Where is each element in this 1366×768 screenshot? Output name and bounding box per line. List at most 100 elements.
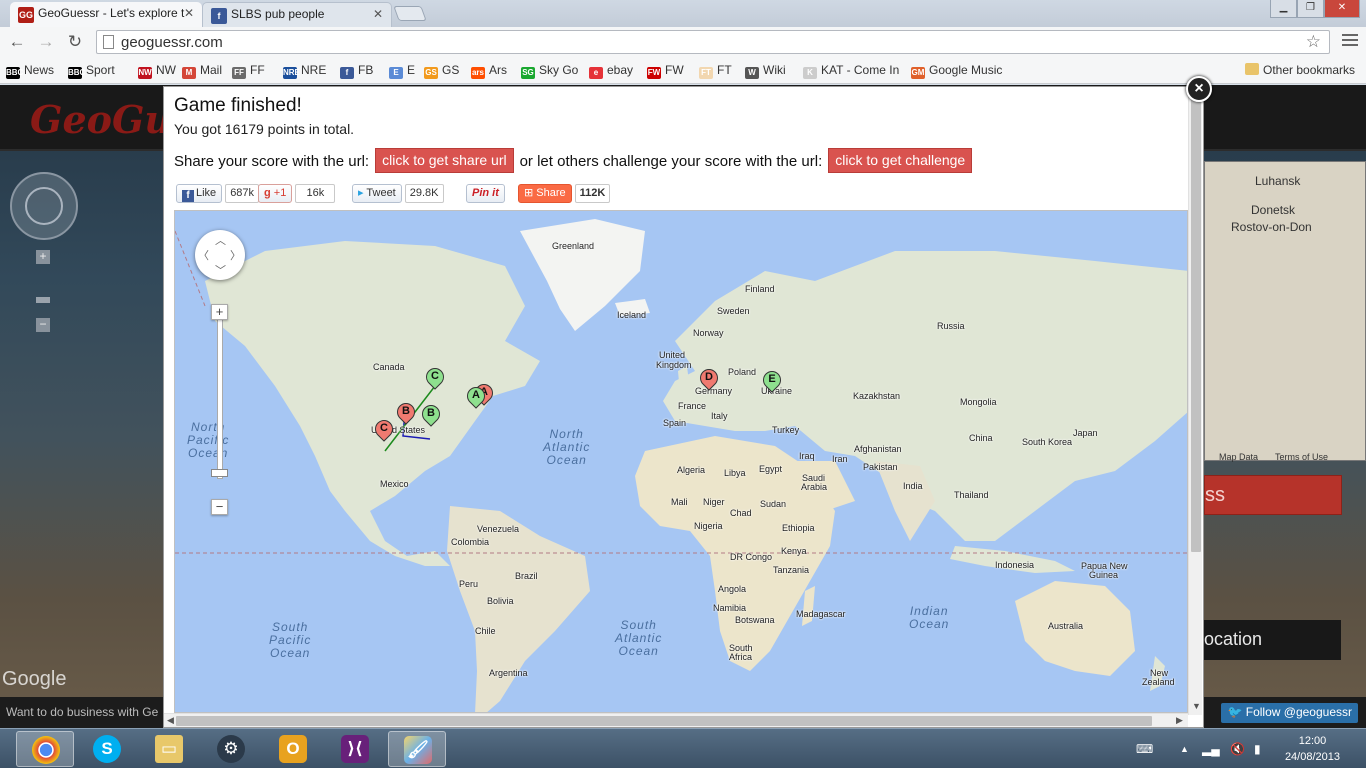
dialog-horizontal-scrollbar[interactable]: ◀ ▶ [164, 713, 1188, 727]
share-url-button[interactable]: click to get share url [375, 148, 514, 173]
map-data-link[interactable]: Map Data [1219, 452, 1258, 462]
tab-geoguessr[interactable]: GG GeoGuessr - Let's explore t [10, 2, 202, 27]
pinit-button[interactable]: Pin it [466, 184, 505, 203]
restore-button[interactable]: ❐ [1297, 0, 1324, 18]
bookmark-item[interactable]: e ebay [589, 63, 633, 79]
close-tab-icon[interactable]: ✕ [184, 6, 194, 20]
bookmark-favicon-icon: E [389, 67, 403, 79]
actual-pin-a[interactable]: A [463, 383, 489, 415]
bookmark-star-icon[interactable]: ☆ [1306, 32, 1321, 52]
pan-up-icon[interactable]: ︿ [215, 232, 226, 248]
streetview-zoom-in-button[interactable]: + [36, 250, 50, 264]
back-arrow-icon[interactable]: ← [6, 32, 28, 52]
taskbar-steam[interactable]: ⚙ [202, 731, 260, 767]
streetview-zoom-out-button[interactable]: − [36, 318, 50, 332]
challenge-url-button[interactable]: click to get challenge [828, 148, 973, 173]
taskbar-outlook[interactable]: O [264, 731, 322, 767]
show-hidden-icons-icon[interactable]: ▲ [1180, 744, 1189, 754]
map-zoom-in-button[interactable]: + [211, 304, 228, 320]
guess-minimap[interactable]: Luhansk Donetsk Rostov-on-Don Map Data T… [1204, 161, 1366, 462]
taskbar-explorer[interactable]: ▭ [140, 731, 198, 767]
terms-link[interactable]: Terms of Use [1275, 452, 1328, 462]
chrome-menu-icon[interactable] [1342, 34, 1358, 49]
bookmark-item[interactable]: NW NW [138, 63, 176, 79]
bookmark-item[interactable]: f FB [340, 63, 373, 79]
bookmark-item[interactable]: W Wiki [745, 63, 786, 79]
map-label: Africa [729, 652, 753, 662]
results-map[interactable]: Greenland Iceland Finland Sweden Norway … [174, 210, 1188, 713]
new-tab-button[interactable] [393, 6, 427, 21]
taskbar-visual-studio[interactable]: ⟩⟨ [326, 731, 384, 767]
bookmark-item[interactable]: K KAT - Come In [803, 63, 899, 79]
close-window-button[interactable]: ✕ [1324, 0, 1360, 18]
keyboard-icon[interactable]: ⌨ [1136, 742, 1153, 756]
bookmark-favicon-icon: f [340, 67, 354, 79]
battery-icon[interactable]: ▮ [1254, 742, 1261, 756]
map-zoom-slider-track[interactable] [217, 309, 223, 479]
taskbar-chrome[interactable] [16, 731, 74, 767]
share-button[interactable]: ⊞ Share [518, 184, 572, 203]
guess-pin-c[interactable]: C [371, 416, 397, 448]
bookmark-item[interactable]: FT FT [699, 63, 732, 79]
actual-pin-c[interactable]: C [422, 364, 448, 396]
return-to-location-button[interactable]: ocation [1204, 620, 1341, 660]
bookmark-item[interactable]: FF FF [232, 63, 265, 79]
pan-right-icon[interactable]: 〉 [230, 247, 241, 263]
taskbar-paint[interactable]: 🖌 [388, 731, 446, 767]
map-label: Iran [832, 454, 848, 464]
clock[interactable]: 12:00 24/08/2013 [1285, 733, 1340, 765]
map-label: Russia [937, 321, 965, 331]
tweet-button[interactable]: ▸ Tweet [352, 184, 402, 203]
address-bar[interactable]: geoguessr.com ☆ [96, 30, 1330, 54]
dialog-close-button[interactable]: × [1186, 76, 1212, 102]
streetview-zoom-slider[interactable] [36, 297, 50, 303]
twitter-follow-button[interactable]: 🐦 Follow @geoguessr [1221, 703, 1358, 723]
bookmark-item[interactable]: SG Sky Go [521, 63, 578, 79]
map-label: South Korea [1022, 437, 1073, 447]
dialog-vertical-scrollbar[interactable]: ▼ [1188, 97, 1202, 715]
other-bookmarks-folder[interactable]: Other bookmarks [1245, 63, 1355, 77]
bookmark-item[interactable]: BBCSport [68, 63, 115, 79]
explorer-icon: ▭ [155, 735, 183, 763]
scroll-right-arrow-icon[interactable]: ▶ [1176, 715, 1183, 726]
map-pan-control[interactable]: ︿ 〈 〉 ﹀ [195, 230, 245, 280]
bookmark-item[interactable]: ars Ars [471, 63, 507, 79]
volume-muted-icon[interactable]: 🔇 [1230, 742, 1245, 756]
map-label: Norway [693, 328, 724, 338]
actual-pin-e[interactable]: E [759, 367, 785, 399]
scroll-thumb[interactable] [176, 716, 1152, 726]
map-label: Finland [745, 284, 775, 294]
pan-left-icon[interactable]: 〈 [198, 247, 209, 263]
map-zoom-slider-handle[interactable] [211, 469, 228, 477]
close-tab-icon[interactable]: ✕ [373, 7, 383, 21]
bookmark-item[interactable]: GS GS [424, 63, 459, 79]
bookmark-item[interactable]: NRENRE [283, 63, 326, 79]
tweet-widget: ▸ Tweet 29.8K [352, 184, 444, 205]
bookmark-label: Ars [489, 63, 507, 77]
gplus-button[interactable]: g +1 [258, 184, 293, 203]
streetview-pan-control[interactable] [10, 172, 78, 240]
scroll-thumb[interactable] [1191, 97, 1201, 552]
forward-arrow-icon[interactable]: → [35, 32, 57, 52]
map-zoom-out-button[interactable]: − [211, 499, 228, 515]
bookmark-item[interactable]: BBCNews [6, 63, 54, 79]
guess-button[interactable]: ss [1204, 475, 1342, 515]
taskbar-skype[interactable]: S [78, 731, 136, 767]
network-icon[interactable]: ▂▄ [1202, 742, 1220, 756]
reload-icon[interactable]: ↻ [64, 32, 86, 52]
bookmark-item[interactable]: M Mail [182, 63, 222, 79]
guess-pin-b[interactable]: B [393, 399, 419, 431]
minimize-button[interactable]: ▁ [1270, 0, 1297, 18]
facebook-like-button[interactable]: f Like [176, 184, 223, 203]
tab-slbs[interactable]: f SLBS pub people ✕ [202, 2, 392, 27]
bookmark-item[interactable]: FW FW [647, 63, 684, 79]
guess-pin-d[interactable]: D [696, 365, 722, 397]
map-label: Thailand [954, 490, 989, 500]
pan-down-icon[interactable]: ﹀ [215, 262, 226, 278]
bookmark-item[interactable]: GM Google Music [911, 63, 1002, 79]
scroll-down-arrow-icon[interactable]: ▼ [1192, 701, 1201, 711]
scroll-left-arrow-icon[interactable]: ◀ [167, 715, 174, 726]
bookmark-item[interactable]: EE [389, 63, 415, 79]
actual-pin-b[interactable]: B [418, 401, 444, 433]
geoguessr-favicon-icon: GG [18, 7, 34, 23]
